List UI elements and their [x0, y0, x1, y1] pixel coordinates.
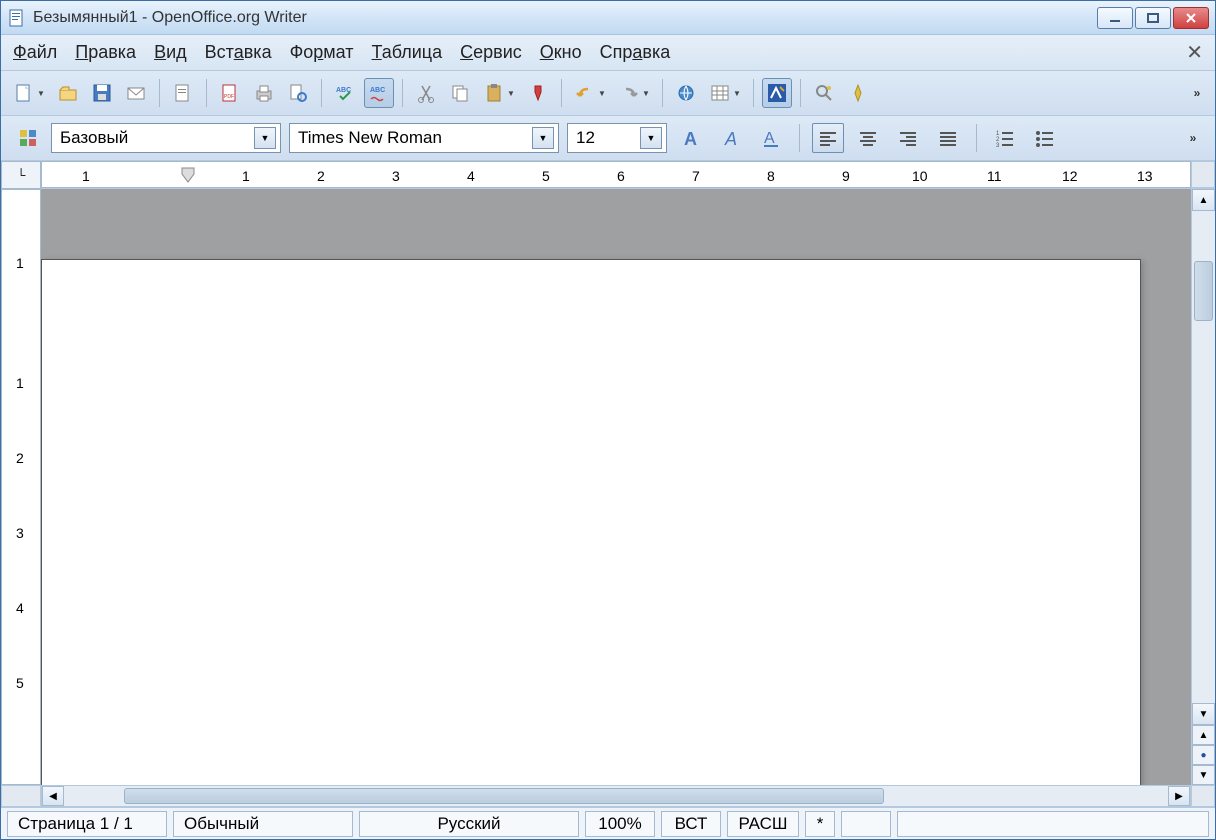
styles-window-button[interactable] [13, 123, 43, 153]
status-modified[interactable]: * [805, 811, 835, 837]
app-icon [7, 8, 27, 28]
font-size-value: 12 [576, 128, 640, 148]
statusbar: Страница 1 / 1 Обычный Русский 100% ВСТ … [1, 807, 1215, 839]
toolbar-overflow-button[interactable]: » [1187, 78, 1207, 108]
horizontal-ruler[interactable]: 1 1 2 3 4 5 6 7 8 9 10 11 12 13 14 [41, 161, 1191, 188]
indent-marker-icon[interactable] [180, 166, 196, 184]
bold-button[interactable]: A [675, 123, 707, 153]
show-draw-functions-button[interactable] [762, 78, 792, 108]
close-button[interactable] [1173, 7, 1209, 29]
menu-insert[interactable]: Вставка [205, 42, 272, 63]
maximize-button[interactable] [1135, 7, 1171, 29]
menu-format[interactable]: Формат [290, 42, 354, 63]
menu-file[interactable]: Файл [13, 42, 57, 63]
document-view[interactable] [41, 189, 1191, 785]
new-document-button[interactable]: ▼ [9, 78, 49, 108]
bullet-list-button[interactable] [1029, 123, 1061, 153]
format-paintbrush-button[interactable] [523, 78, 553, 108]
open-button[interactable] [53, 78, 83, 108]
app-window: Безымянный1 - OpenOffice.org Writer Файл… [0, 0, 1216, 840]
dropdown-icon[interactable]: ▼ [532, 127, 554, 149]
dropdown-icon[interactable]: ▼ [640, 127, 662, 149]
tab-stop-selector[interactable]: └ [1, 161, 41, 189]
previous-page-button[interactable]: ▲ [1192, 725, 1215, 745]
formatting-toolbar: Базовый ▼ Times New Roman ▼ 12 ▼ A A A 1… [1, 116, 1215, 161]
underline-button[interactable]: A [755, 123, 787, 153]
italic-button[interactable]: A [715, 123, 747, 153]
vertical-ruler[interactable]: 1 1 2 3 4 5 [1, 189, 41, 785]
spellcheck-button[interactable]: ABC [330, 78, 360, 108]
print-preview-button[interactable] [283, 78, 313, 108]
navigator-button[interactable] [843, 78, 873, 108]
menubar: Файл Правка Вид Вставка Формат Таблица С… [1, 35, 1215, 71]
scroll-left-button[interactable]: ◀ [42, 786, 64, 806]
font-size-combo[interactable]: 12 ▼ [567, 123, 667, 153]
print-button[interactable] [249, 78, 279, 108]
hscroll-track[interactable] [64, 786, 1168, 806]
svg-text:ABC: ABC [370, 87, 385, 94]
window-title: Безымянный1 - OpenOffice.org Writer [33, 9, 1097, 27]
window-controls [1097, 7, 1209, 29]
menu-help[interactable]: Справка [600, 42, 671, 63]
svg-text:A: A [764, 130, 775, 147]
standard-toolbar: ▼ PDF ABC ABC ▼ ▼ ▼ ▼ » [1, 71, 1215, 116]
status-page[interactable]: Страница 1 / 1 [7, 811, 167, 837]
vertical-scrollbar[interactable]: ▲ ▼ ▲ ● ▼ [1191, 189, 1215, 785]
paragraph-style-combo[interactable]: Базовый ▼ [51, 123, 281, 153]
auto-spellcheck-button[interactable]: ABC [364, 78, 394, 108]
menu-window[interactable]: Окно [540, 42, 582, 63]
numbered-list-button[interactable]: 123 [989, 123, 1021, 153]
scroll-down-button[interactable]: ▼ [1192, 703, 1215, 725]
minimize-button[interactable] [1097, 7, 1133, 29]
cut-button[interactable] [411, 78, 441, 108]
menu-tools[interactable]: Сервис [460, 42, 522, 63]
align-right-button[interactable] [892, 123, 924, 153]
workspace: └ 1 1 2 3 4 5 6 7 8 9 10 11 12 13 14 [1, 161, 1215, 807]
svg-text:PDF: PDF [224, 94, 234, 100]
redo-button[interactable]: ▼ [614, 78, 654, 108]
svg-text:A: A [684, 129, 697, 149]
scroll-track[interactable] [1192, 211, 1215, 703]
status-insert-mode[interactable]: ВСТ [661, 811, 721, 837]
navigation-toolbox-button[interactable]: ● [1192, 745, 1215, 765]
dropdown-icon[interactable]: ▼ [254, 127, 276, 149]
export-pdf-button[interactable]: PDF [215, 78, 245, 108]
document-page[interactable] [41, 259, 1141, 785]
menu-view[interactable]: Вид [154, 42, 187, 63]
status-page-style[interactable]: Обычный [173, 811, 353, 837]
scroll-thumb[interactable] [1194, 261, 1213, 321]
status-signature[interactable] [841, 811, 891, 837]
save-button[interactable] [87, 78, 117, 108]
status-extra[interactable] [897, 811, 1209, 837]
email-button[interactable] [121, 78, 151, 108]
close-document-icon[interactable]: ✕ [1186, 40, 1203, 65]
font-name-combo[interactable]: Times New Roman ▼ [289, 123, 559, 153]
find-replace-button[interactable] [809, 78, 839, 108]
scroll-right-button[interactable]: ▶ [1168, 786, 1190, 806]
paragraph-style-value: Базовый [60, 128, 254, 148]
menu-edit[interactable]: Правка [75, 42, 136, 63]
status-selection-mode[interactable]: РАСШ [727, 811, 799, 837]
paste-button[interactable]: ▼ [479, 78, 519, 108]
align-justify-button[interactable] [932, 123, 964, 153]
font-name-value: Times New Roman [298, 128, 532, 148]
align-left-button[interactable] [812, 123, 844, 153]
undo-button[interactable]: ▼ [570, 78, 610, 108]
hyperlink-button[interactable] [671, 78, 701, 108]
titlebar: Безымянный1 - OpenOffice.org Writer [1, 1, 1215, 35]
status-zoom[interactable]: 100% [585, 811, 655, 837]
svg-text:A: A [724, 129, 737, 149]
copy-button[interactable] [445, 78, 475, 108]
menu-table[interactable]: Таблица [372, 42, 443, 63]
status-language[interactable]: Русский [359, 811, 579, 837]
next-page-button[interactable]: ▼ [1192, 765, 1215, 785]
edit-file-button[interactable] [168, 78, 198, 108]
scroll-up-button[interactable]: ▲ [1192, 189, 1215, 211]
hscroll-thumb[interactable] [124, 788, 884, 804]
format-toolbar-overflow-button[interactable]: » [1183, 123, 1203, 153]
svg-text:3: 3 [996, 143, 1000, 149]
table-button[interactable]: ▼ [705, 78, 745, 108]
horizontal-scrollbar[interactable]: ◀ ▶ [41, 785, 1191, 807]
align-center-button[interactable] [852, 123, 884, 153]
